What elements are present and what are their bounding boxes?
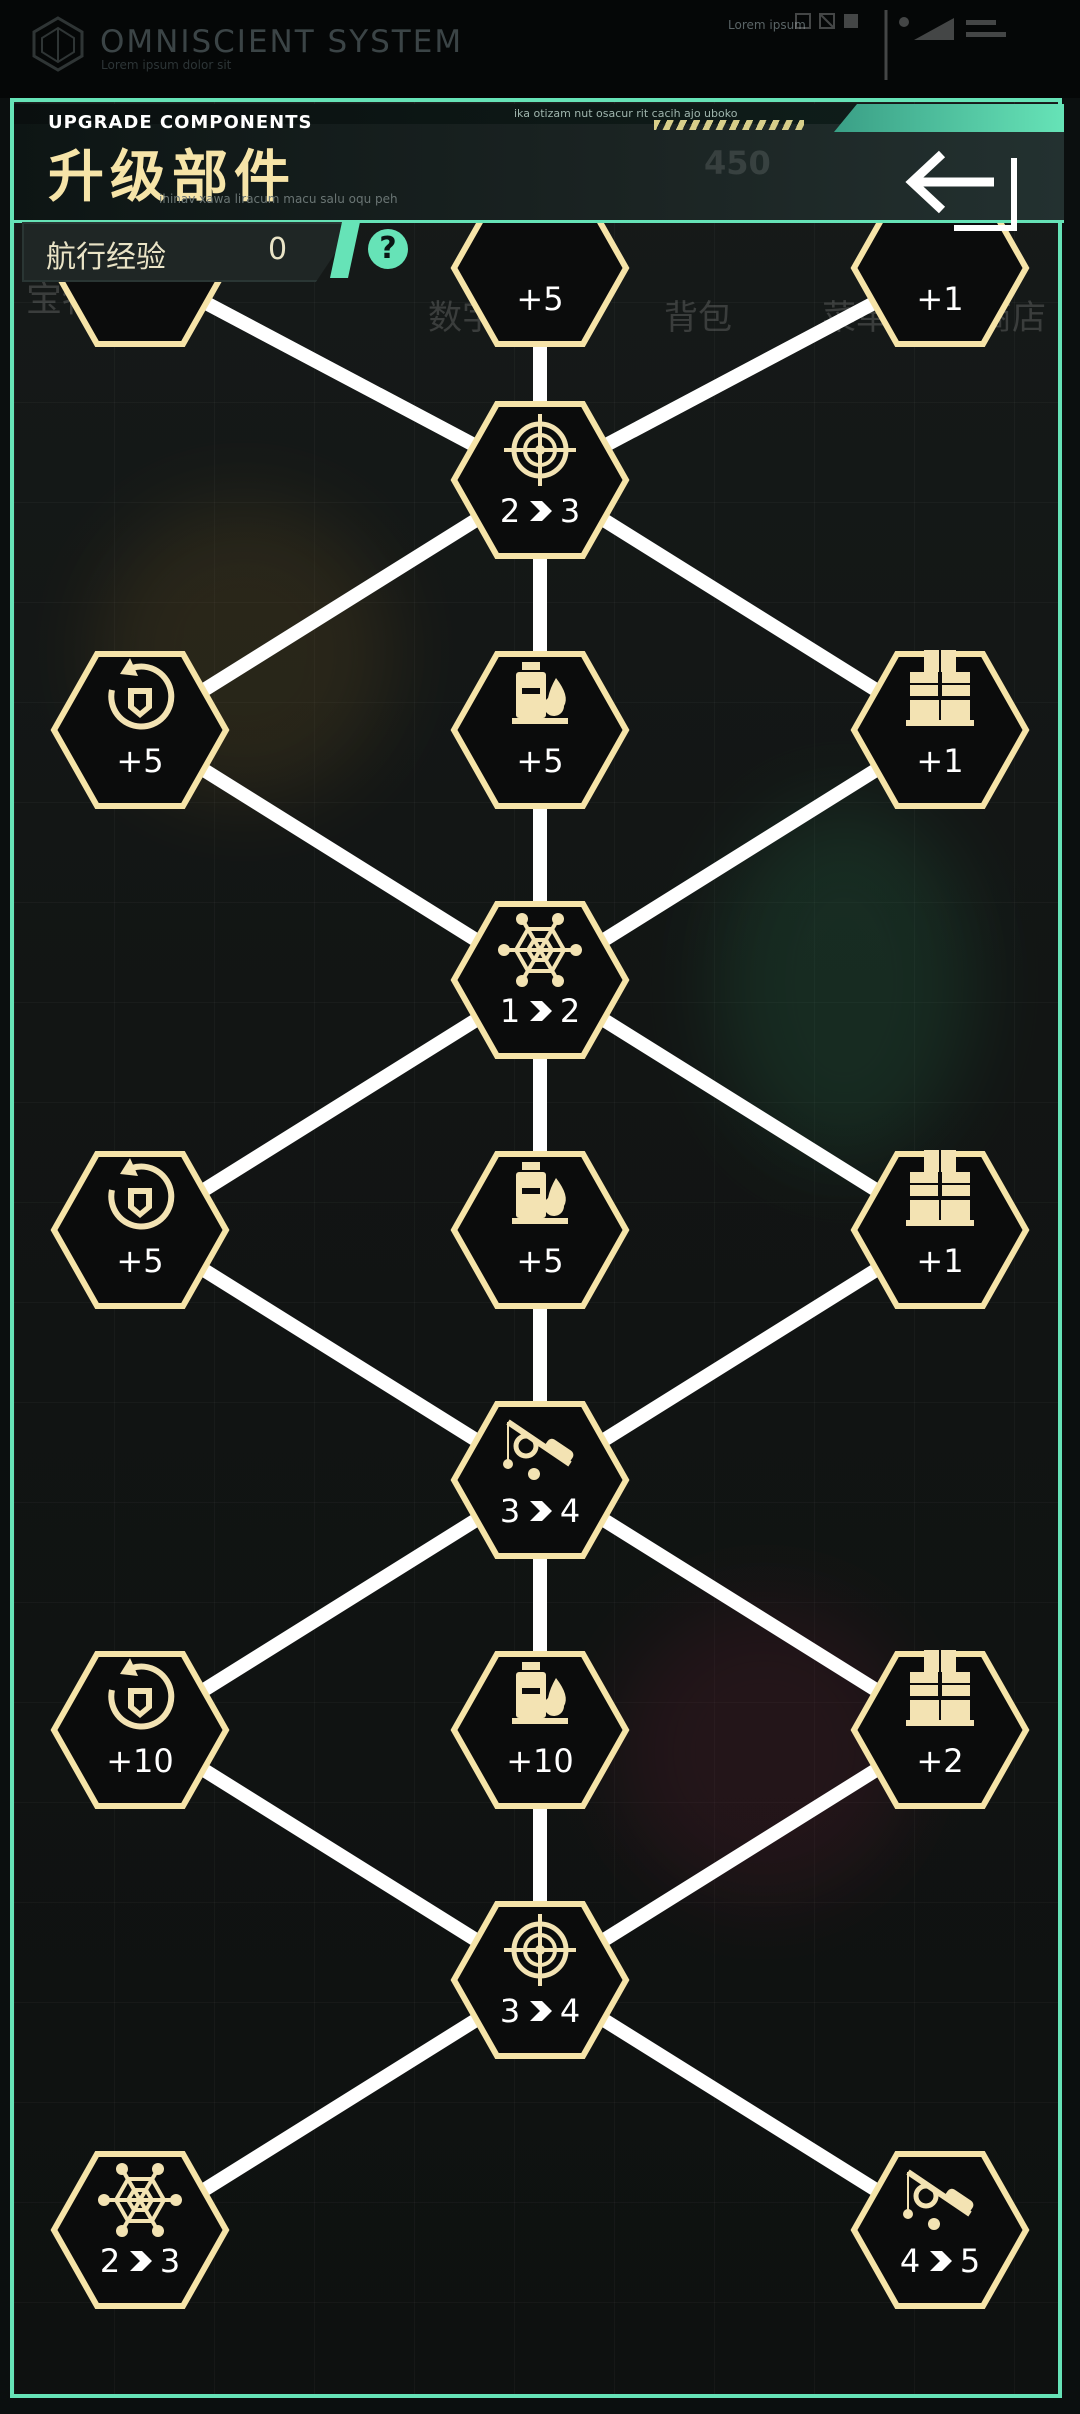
header-accent [834,104,1064,132]
node-level-from: 2 [100,2242,120,2280]
node-level-to: 5 [960,2242,980,2280]
header-faint-value: 450 [704,144,771,182]
node-bonus-label: +5 [516,280,563,318]
help-button[interactable]: ? [368,229,408,269]
node-hexagon [50,1651,230,1809]
header-hatch [654,120,804,130]
node-bonus-label: +5 [116,1242,163,1280]
node-bonus-label: +10 [106,1742,174,1780]
tree-nodes: +5 +12 3+5 +5 +11 2+5 +5 +13 4+10 +10 +23 42 3 4 5 [50,189,1030,2309]
node-hexagon [850,2151,1030,2309]
node-bonus-label: +2 [916,1742,963,1780]
upgrade-node[interactable]: 23 [450,401,630,559]
node-level-from: 2 [500,492,520,530]
node-bonus-label: +1 [916,280,963,318]
node-bonus-label: +5 [516,742,563,780]
upgrade-node[interactable]: 45 [850,2151,1030,2309]
header-top-note: ika otizam nut osacur rit cacih ajo ubok… [514,107,738,120]
node-level-from: 3 [500,1492,520,1530]
node-bonus-label: +1 [916,1242,963,1280]
back-arrow-icon [905,150,1017,231]
node-level-from: 3 [500,1992,520,2030]
upgrade-node[interactable]: +1 [850,1149,1030,1309]
node-bonus-label: +1 [916,742,963,780]
upgrade-node[interactable]: 34 [450,1401,630,1559]
upgrade-node[interactable]: +5 [50,651,230,809]
node-hexagon [450,1401,630,1559]
experience-label: 航行经验 [46,240,166,275]
node-level-to: 4 [560,1492,580,1530]
upgrade-node[interactable]: +5 [450,1151,630,1309]
node-bonus-label: +10 [506,1742,574,1780]
node-level-to: 2 [560,992,580,1030]
node-hexagon [50,1151,230,1309]
node-level-from: 1 [500,992,520,1030]
upgrade-node[interactable]: 23 [50,2151,230,2309]
header-tagline: ihinav xawa liracum macu salu oqu peh [159,192,398,206]
upgrade-node[interactable]: 34 [450,1901,630,2059]
header-title-en: UPGRADE COMPONENTS [48,112,313,133]
upgrade-node[interactable]: +5 [450,651,630,809]
node-bonus-label: +5 [116,742,163,780]
upgrade-node[interactable]: +10 [50,1651,230,1809]
upgrade-node[interactable]: +10 [450,1651,630,1809]
node-level-to: 4 [560,1992,580,2030]
node-hexagon [50,2151,230,2309]
upgrade-tree: +5 +12 3+5 +5 +11 2+5 +5 +13 4+10 +10 +23 42 3 4 5 [50,189,1030,2309]
node-hexagon [50,651,230,809]
experience-value: 0 [268,232,288,267]
back-button[interactable] [904,146,1030,236]
node-level-to: 3 [560,492,580,530]
node-bonus-label: +5 [516,1242,563,1280]
upgrade-node[interactable]: +1 [850,649,1030,809]
upgrade-node[interactable]: 12 [450,901,630,1059]
node-level-to: 3 [160,2242,180,2280]
question-icon: ? [379,231,397,266]
node-level-from: 4 [900,2242,920,2280]
upgrade-node[interactable]: +2 [850,1649,1030,1809]
node-hexagon [450,901,630,1059]
upgrade-node[interactable]: +5 [50,1151,230,1309]
